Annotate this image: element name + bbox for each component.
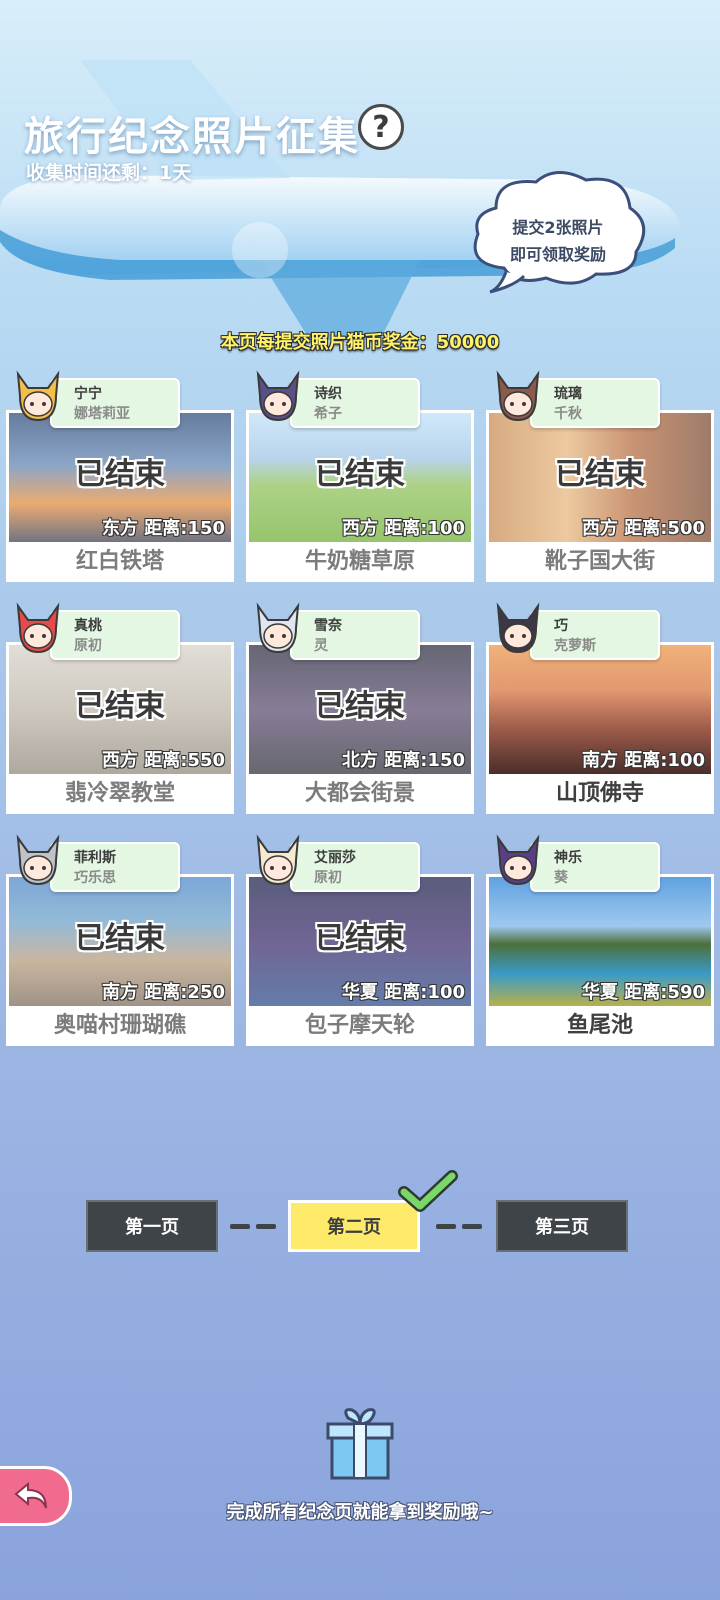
cloud-line-2: 即可领取奖励 [509,245,606,264]
location-name: 红白铁塔 [6,542,234,582]
direction-distance: 西方 距离:550 [101,750,225,771]
photo-card[interactable]: 南方 距离:100 山顶佛寺 巧 克萝斯 [486,602,714,818]
back-arrow-icon [14,1481,47,1509]
character-tag: 菲利斯 巧乐思 [50,842,180,892]
character-avatar-icon [256,834,300,886]
photo-card[interactable]: 已结束 东方 距离:150 红白铁塔 宁宁 娜塔莉亚 [6,370,234,586]
character-name: 菲利斯 [74,850,116,866]
location-photo: 已结束 西方 距离:550 [6,642,234,774]
character-tag: 雪奈 灵 [290,610,420,660]
page-title: 旅行纪念照片征集 [24,114,360,160]
character-avatar-icon [256,602,300,654]
direction-distance: 西方 距离:500 [581,518,705,539]
direction-distance: 华夏 距离:590 [581,982,705,1003]
character-name: 巧 [554,618,568,634]
location-photo: 已结束 华夏 距离:100 [246,874,474,1006]
location-photo: 已结束 南方 距离:250 [6,874,234,1006]
page-selector: 第一页 第二页 第三页 [0,1170,720,1252]
reward-banner: 本页每提交照片猫币奖金：50000 [220,332,500,353]
character-subname: 灵 [314,638,328,654]
character-avatar-icon [496,602,540,654]
character-subname: 原初 [314,870,342,886]
photo-card[interactable]: 已结束 西方 距离:500 靴子国大街 琉璃 千秋 [486,370,714,586]
location-name: 翡冷翠教堂 [6,774,234,814]
ended-label: 已结束 [315,457,405,492]
page-button-3[interactable]: 第三页 [496,1200,628,1252]
location-photo: 华夏 距离:590 [486,874,714,1006]
dash-divider [462,1224,482,1229]
location-name: 鱼尾池 [486,1006,714,1046]
character-name: 真桃 [74,618,102,634]
photo-card[interactable]: 已结束 华夏 距离:100 包子摩天轮 艾丽莎 原初 [246,834,474,1050]
photo-card[interactable]: 已结束 西方 距离:550 翡冷翠教堂 真桃 原初 [6,602,234,818]
checkmark-icon [398,1170,458,1212]
character-name: 神乐 [554,850,582,866]
character-tag: 神乐 葵 [530,842,660,892]
photo-card[interactable]: 华夏 距离:590 鱼尾池 神乐 葵 [486,834,714,1050]
location-name: 牛奶糖草原 [246,542,474,582]
ended-label: 已结束 [315,689,405,724]
character-avatar-icon [496,834,540,886]
dash-divider [256,1224,276,1229]
character-subname: 葵 [554,870,568,886]
location-photo: 已结束 西方 距离:100 [246,410,474,542]
direction-distance: 北方 距离:150 [341,750,465,771]
character-tag: 真桃 原初 [50,610,180,660]
direction-distance: 南方 距离:250 [101,982,225,1003]
dash-divider [436,1224,456,1229]
photo-card[interactable]: 已结束 南方 距离:250 奥喵村珊瑚礁 菲利斯 巧乐思 [6,834,234,1050]
time-remaining: 收集时间还剩：1天 [26,162,192,184]
ended-label: 已结束 [75,457,165,492]
character-subname: 千秋 [554,406,582,422]
direction-distance: 南方 距离:100 [581,750,705,771]
character-name: 诗织 [314,386,342,402]
location-name: 靴子国大街 [486,542,714,582]
character-name: 艾丽莎 [314,850,356,866]
location-name: 包子摩天轮 [246,1006,474,1046]
dash-divider [230,1224,250,1229]
character-avatar-icon [496,370,540,422]
character-name: 雪奈 [314,618,342,634]
direction-distance: 西方 距离:100 [341,518,465,539]
location-photo: 南方 距离:100 [486,642,714,774]
cloud-line-1: 提交2张照片 [512,218,604,237]
cloud-message: 提交2张照片 即可领取奖励 [466,214,650,268]
character-avatar-icon [16,834,60,886]
photo-card[interactable]: 已结束 北方 距离:150 大都会街景 雪奈 灵 [246,602,474,818]
character-name: 琉璃 [554,386,582,402]
character-subname: 克萝斯 [554,638,596,654]
character-subname: 原初 [74,638,102,654]
photo-card[interactable]: 已结束 西方 距离:100 牛奶糖草原 诗织 希子 [246,370,474,586]
gift-icon[interactable] [322,1406,398,1482]
ended-label: 已结束 [315,921,405,956]
character-tag: 巧 克萝斯 [530,610,660,660]
character-subname: 巧乐思 [74,870,116,886]
ended-label: 已结束 [75,921,165,956]
page-button-1[interactable]: 第一页 [86,1200,218,1252]
character-tag: 艾丽莎 原初 [290,842,420,892]
direction-distance: 华夏 距离:100 [341,982,465,1003]
question-icon: ? [372,109,390,145]
ended-label: 已结束 [75,689,165,724]
back-button[interactable] [0,1466,72,1526]
location-name: 大都会街景 [246,774,474,814]
character-name: 宁宁 [74,386,102,402]
direction-distance: 东方 距离:150 [101,518,225,539]
location-photo: 已结束 东方 距离:150 [6,410,234,542]
help-button[interactable]: ? [358,104,404,150]
footer-hint: 完成所有纪念页就能拿到奖励哦~ [226,1502,494,1523]
character-subname: 娜塔莉亚 [74,406,130,422]
character-tag: 琉璃 千秋 [530,378,660,428]
location-name: 山顶佛寺 [486,774,714,814]
location-photo: 已结束 西方 距离:500 [486,410,714,542]
ended-label: 已结束 [555,457,645,492]
location-photo: 已结束 北方 距离:150 [246,642,474,774]
character-tag: 宁宁 娜塔莉亚 [50,378,180,428]
character-avatar-icon [16,370,60,422]
character-subname: 希子 [314,406,342,422]
character-tag: 诗织 希子 [290,378,420,428]
location-name: 奥喵村珊瑚礁 [6,1006,234,1046]
character-avatar-icon [16,602,60,654]
character-avatar-icon [256,370,300,422]
